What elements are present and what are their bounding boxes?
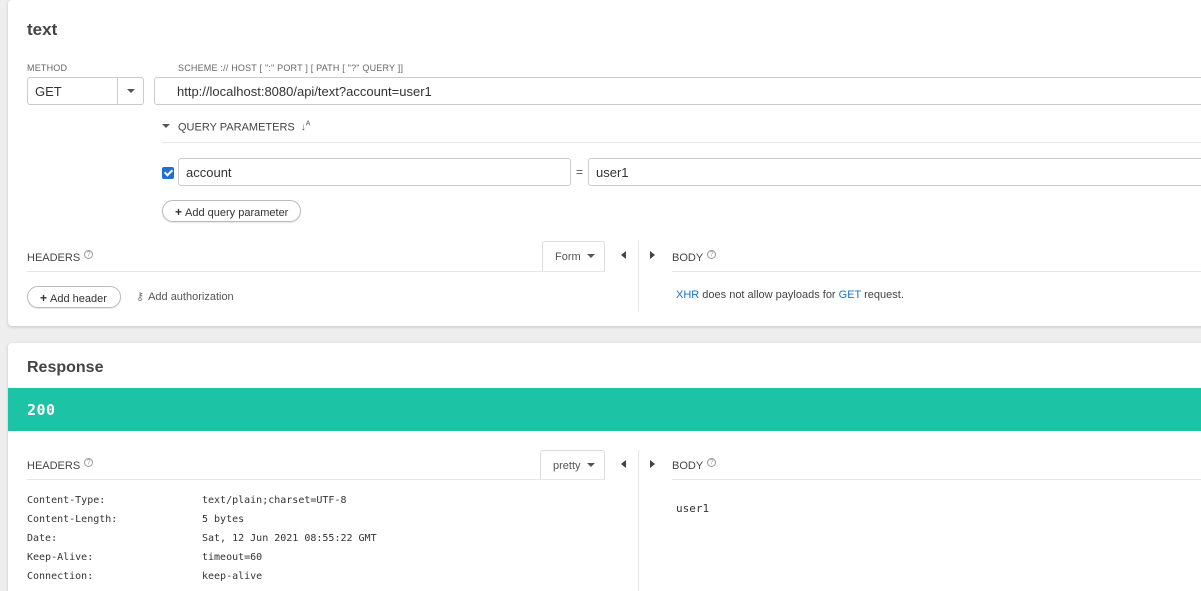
header-value: keep-alive — [202, 571, 263, 582]
xhr-link[interactable]: XHR — [676, 289, 699, 301]
response-header-row: Keep-Alive: timeout=60 — [27, 552, 587, 571]
response-body-content: user1 — [676, 502, 710, 515]
chevron-down-icon — [586, 463, 595, 467]
param-key-input[interactable]: account — [178, 158, 571, 186]
response-panel: Response 200 HEADERS? pretty Content-Typ… — [8, 343, 1201, 591]
add-header-label: Add header — [50, 293, 107, 305]
param-equals: = — [576, 165, 584, 179]
header-name: Keep-Alive: — [27, 552, 94, 563]
response-header-row: Content-Type: text/plain;charset=UTF-8 — [27, 495, 587, 514]
response-format-value: pretty — [553, 460, 581, 472]
response-headers-divider — [27, 479, 605, 480]
help-icon[interactable]: ? — [707, 458, 717, 467]
method-dropdown-toggle[interactable] — [117, 78, 143, 104]
request-panel: text METHOD SCHEME :// HOST [ ":" PORT ]… — [8, 0, 1201, 326]
query-params-divider — [162, 142, 1201, 143]
add-authorization-label: Add authorization — [148, 291, 234, 303]
response-body-heading: BODY? — [672, 458, 717, 472]
response-body-label: BODY — [672, 460, 704, 472]
collapse-right-icon[interactable] — [650, 460, 655, 468]
header-name: Content-Type: — [27, 495, 106, 506]
request-headers-label: HEADERS — [27, 252, 81, 264]
chevron-down-icon — [586, 254, 595, 258]
response-headers-heading: HEADERS? — [27, 458, 94, 472]
help-icon[interactable]: ? — [84, 458, 94, 467]
headers-mode-value: Form — [555, 251, 581, 263]
param-value-input[interactable]: user1 — [588, 158, 1201, 186]
request-body-heading: BODY? — [672, 250, 717, 264]
plus-icon: + — [175, 205, 183, 219]
collapse-left-icon[interactable] — [621, 251, 626, 259]
status-bar: 200 — [8, 388, 1201, 431]
header-value: 5 bytes — [202, 514, 245, 525]
chevron-down-icon — [127, 89, 135, 93]
method-value: GET — [35, 84, 62, 99]
collapse-right-icon[interactable] — [650, 251, 655, 259]
help-icon[interactable]: ? — [707, 250, 717, 259]
header-value: timeout=60 — [202, 552, 263, 563]
response-body-divider — [672, 479, 1201, 480]
url-label: SCHEME :// HOST [ ":" PORT ] [ PATH [ "?… — [178, 63, 404, 73]
add-query-param-label: Add query parameter — [185, 207, 289, 219]
request-headers-divider — [27, 271, 605, 272]
panel-divider[interactable] — [638, 241, 639, 311]
plus-icon: + — [40, 291, 48, 305]
response-title: Response — [27, 359, 104, 376]
request-title: text — [27, 20, 58, 39]
method-select[interactable]: GET — [27, 77, 144, 105]
header-name: Date: — [27, 533, 58, 544]
add-header-button[interactable]: + Add header — [27, 286, 121, 308]
key-icon: ⚷ — [136, 291, 145, 303]
request-headers-heading: HEADERS? — [27, 250, 94, 264]
sort-alpha-icon[interactable]: ↓A — [301, 121, 311, 133]
request-body-divider — [672, 271, 1201, 272]
response-headers-list: Content-Type: text/plain;charset=UTF-8 C… — [27, 495, 587, 590]
panel-divider[interactable] — [638, 450, 639, 591]
header-value: Sat, 12 Jun 2021 08:55:22 GMT — [202, 533, 377, 544]
body-info-text: XHR does not allow payloads for GET requ… — [676, 289, 904, 301]
header-value: text/plain;charset=UTF-8 — [202, 495, 347, 506]
response-header-row: Connection: keep-alive — [27, 571, 587, 590]
body-info-end: request. — [861, 289, 904, 301]
add-query-param-button[interactable]: + Add query parameter — [162, 200, 301, 222]
response-header-row: Content-Length: 5 bytes — [27, 514, 587, 533]
request-body-label: BODY — [672, 252, 704, 264]
header-name: Content-Length: — [27, 514, 118, 525]
get-link[interactable]: GET — [839, 289, 861, 301]
collapse-left-icon[interactable] — [621, 460, 626, 468]
chevron-down-icon — [162, 124, 170, 129]
help-icon[interactable]: ? — [84, 250, 94, 259]
query-params-toggle[interactable]: QUERY PARAMETERS ↓A — [162, 121, 310, 133]
method-label: METHOD — [27, 63, 68, 73]
status-code: 200 — [27, 401, 56, 419]
url-input[interactable]: http://localhost:8080/api/text?account=u… — [154, 77, 1201, 105]
query-params-label: QUERY PARAMETERS — [178, 121, 295, 134]
body-info-middle: does not allow payloads for — [699, 289, 839, 301]
response-header-row: Date: Sat, 12 Jun 2021 08:55:22 GMT — [27, 533, 587, 552]
add-authorization-link[interactable]: ⚷ Add authorization — [136, 290, 234, 303]
response-format-dropdown[interactable]: pretty — [540, 450, 605, 480]
headers-mode-dropdown[interactable]: Form — [542, 241, 605, 271]
response-headers-label: HEADERS — [27, 460, 81, 472]
param-enabled-checkbox[interactable] — [162, 167, 174, 179]
header-name: Connection: — [27, 571, 94, 582]
